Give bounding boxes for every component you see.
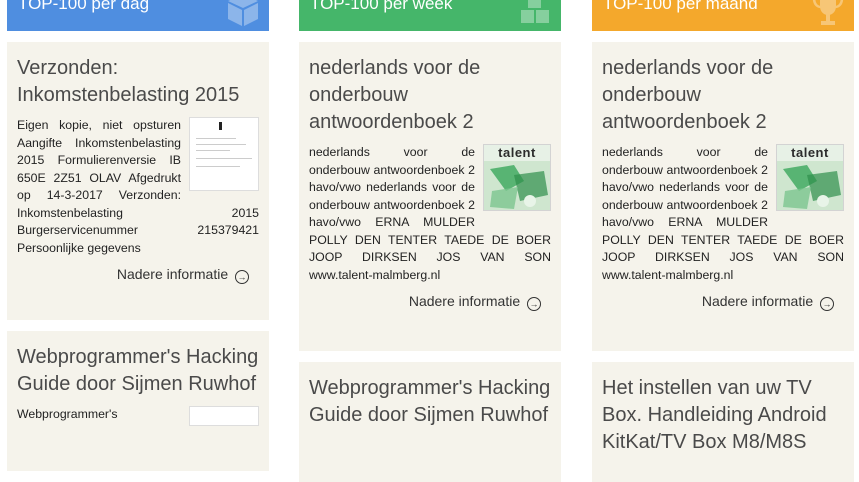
card-nederlands-antwoordenboek[interactable]: nederlands voor de onderbouw antwoordenb… — [299, 42, 561, 351]
column-per-dag: TOP-100 per dag Verzonden: Inkomstenbela… — [7, 0, 269, 471]
more-info-label: Nadere informatie — [408, 293, 521, 309]
cubes-icon — [521, 0, 549, 23]
header-per-week[interactable]: TOP-100 per week — [299, 0, 561, 31]
more-info-label: Nadere informatie — [701, 293, 814, 309]
arrow-right-icon: → — [527, 297, 541, 311]
document-thumbnail[interactable] — [189, 406, 259, 426]
arrow-right-icon: → — [820, 297, 834, 311]
header-per-dag[interactable]: TOP-100 per dag — [7, 0, 269, 31]
card-title[interactable]: Het instellen van uw TV Box. Handleiding… — [602, 375, 844, 456]
more-info-label: Nadere informatie — [116, 266, 229, 282]
card-inkomstenbelasting[interactable]: Verzonden: Inkomstenbelasting 2015 Eigen… — [7, 42, 269, 320]
card-hacking-guide[interactable]: Webprogrammer's Hacking Guide door Sijme… — [299, 362, 561, 482]
trophy-icon — [812, 0, 844, 25]
card-title[interactable]: nederlands voor de onderbouw antwoordenb… — [309, 55, 551, 136]
arrow-right-icon: → — [235, 270, 249, 284]
header-title: TOP-100 per maand — [603, 0, 758, 13]
more-info-link[interactable]: Nadere informatie → — [602, 293, 844, 311]
card-nederlands-antwoordenboek[interactable]: nederlands voor de onderbouw antwoordenb… — [592, 42, 854, 351]
more-info-link[interactable]: Nadere informatie → — [309, 293, 551, 311]
card-title[interactable]: Webprogrammer's Hacking Guide door Sijme… — [17, 344, 259, 398]
card-title[interactable]: nederlands voor de onderbouw antwoordenb… — [602, 55, 844, 136]
cube-icon — [228, 0, 258, 26]
column-per-maand: TOP-100 per maand nederlands voor de ond… — [592, 0, 854, 482]
card-hacking-guide[interactable]: Webprogrammer's Hacking Guide door Sijme… — [7, 331, 269, 471]
card-title[interactable]: Verzonden: Inkomstenbelasting 2015 — [17, 55, 259, 109]
column-per-week: TOP-100 per week nederlands voor de onde… — [299, 0, 561, 482]
card-tv-box-handleiding[interactable]: Het instellen van uw TV Box. Handleiding… — [592, 362, 854, 482]
book-cover-thumbnail[interactable]: talent — [483, 144, 551, 211]
card-title[interactable]: Webprogrammer's Hacking Guide door Sijme… — [309, 375, 551, 429]
document-thumbnail[interactable] — [189, 117, 259, 191]
header-title: TOP-100 per dag — [18, 0, 150, 13]
header-title: TOP-100 per week — [310, 0, 453, 13]
more-info-link[interactable]: Nadere informatie → — [17, 266, 259, 284]
book-cover-thumbnail[interactable]: talent — [776, 144, 844, 211]
header-per-maand[interactable]: TOP-100 per maand — [592, 0, 854, 31]
